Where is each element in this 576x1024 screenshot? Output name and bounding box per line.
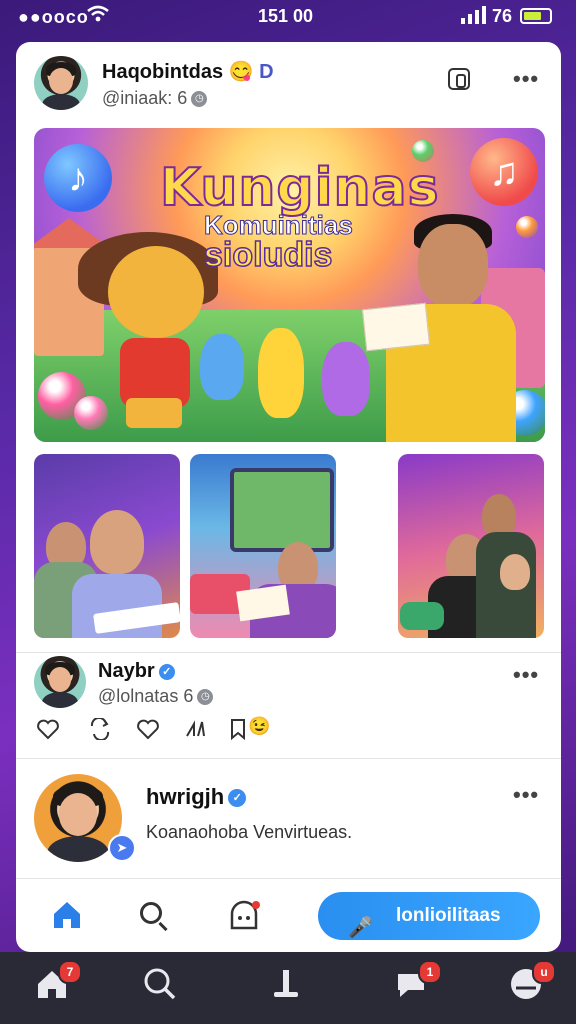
avatar[interactable]	[34, 656, 86, 708]
author-name-text: Haqobintdas	[102, 61, 224, 83]
post-author-name[interactable]: hwrigjh ✓	[146, 784, 247, 810]
post-author-name[interactable]: Naybr ✓	[98, 660, 175, 683]
handle-text: @lolnatas 6	[98, 686, 194, 706]
more-options-icon[interactable]: •••	[513, 782, 539, 808]
post-actions: 😉	[36, 716, 296, 746]
messages-badge: 1	[418, 960, 442, 984]
battery-fill	[524, 12, 541, 20]
post-author-handle: @lolnatas 6 ◷	[98, 686, 214, 707]
author-name-text: hwrigjh	[146, 784, 225, 809]
emoji-reaction[interactable]: 😉	[248, 716, 270, 737]
boy-figure	[418, 224, 488, 308]
microphone-icon: 🎤	[348, 917, 373, 939]
tab-search[interactable]	[142, 966, 186, 1010]
battery-level: 76	[492, 6, 513, 26]
avatar[interactable]	[34, 56, 88, 110]
author-badge: D	[259, 61, 274, 83]
gallery-thumbnail-2[interactable]	[190, 454, 336, 638]
search-icon[interactable]	[140, 902, 162, 924]
cellular-icon	[460, 6, 486, 29]
clock: 151 00	[258, 6, 314, 26]
save-icon[interactable]	[448, 68, 470, 90]
repost-icon[interactable]	[88, 716, 112, 746]
bookmark-icon[interactable]	[228, 718, 250, 746]
status-bar: ●●ooco 151 00 76	[0, 0, 576, 34]
post-author-handle: @iniaak: 6 ◷	[102, 88, 208, 109]
author-name-text: Naybr	[98, 660, 155, 682]
more-options-icon[interactable]: •••	[513, 66, 539, 92]
music-note-icon: ♪	[44, 144, 112, 212]
profile-badge: u	[532, 960, 556, 984]
gallery-thumbnail-1[interactable]	[34, 454, 180, 638]
post-author-name[interactable]: Haqobintdas 😋 D	[102, 59, 274, 84]
card-footer-nav: 🎤 lonlioilitaas	[16, 882, 561, 952]
bottom-tab-bar: 7 1 u	[0, 952, 576, 1024]
gallery-thumbnail-3[interactable]	[398, 454, 544, 638]
notifications-icon[interactable]	[228, 900, 262, 937]
heart-icon[interactable]	[36, 718, 60, 746]
wifi-icon	[86, 4, 110, 30]
tab-create[interactable]	[268, 966, 312, 1010]
community-cta-button[interactable]: 🎤 lonlioilitaas	[318, 892, 540, 940]
hero-tagline: sioludis	[203, 235, 333, 275]
tab-home[interactable]: 7	[34, 960, 82, 1010]
post-hero-image[interactable]: ♪ ♫ Kunginas Komuinitias sioludis	[34, 128, 545, 442]
like-icon[interactable]	[136, 718, 160, 746]
share-icon[interactable]	[184, 718, 208, 746]
clock-icon: ◷	[197, 689, 214, 706]
blue-creature	[200, 334, 244, 400]
hero-title: Kunginas	[159, 157, 440, 219]
feed-card: Haqobintdas 😋 D @iniaak: 6 ◷ ••• ♪ ♫ Kung…	[16, 42, 561, 952]
signal-strength: ●●ooco	[18, 7, 89, 27]
more-options-icon[interactable]: •••	[513, 662, 539, 688]
yellow-creature	[258, 328, 304, 418]
purple-creature	[322, 342, 370, 416]
music-note-icon: ♫	[470, 138, 538, 206]
post-body-text: Koanaohoba Venvirtueas.	[146, 822, 353, 842]
screen-graphic	[230, 468, 334, 552]
home-icon[interactable]	[50, 898, 84, 932]
gamepad-icon	[400, 602, 444, 630]
tab-profile[interactable]: u	[508, 960, 556, 1010]
cta-label: lonlioilitaas	[396, 905, 501, 926]
verified-badge-icon: ✓	[228, 789, 247, 808]
clock-icon: ◷	[191, 91, 208, 108]
handle-text: @iniaak: 6	[102, 88, 188, 108]
tab-messages[interactable]: 1	[394, 960, 442, 1010]
battery-icon	[520, 8, 552, 24]
send-icon[interactable]: ➤	[108, 834, 136, 862]
paper-graphic	[361, 302, 431, 352]
verified-badge-icon: ✓	[158, 663, 175, 680]
author-emoji: 😋	[228, 61, 254, 83]
home-badge: 7	[58, 960, 82, 984]
